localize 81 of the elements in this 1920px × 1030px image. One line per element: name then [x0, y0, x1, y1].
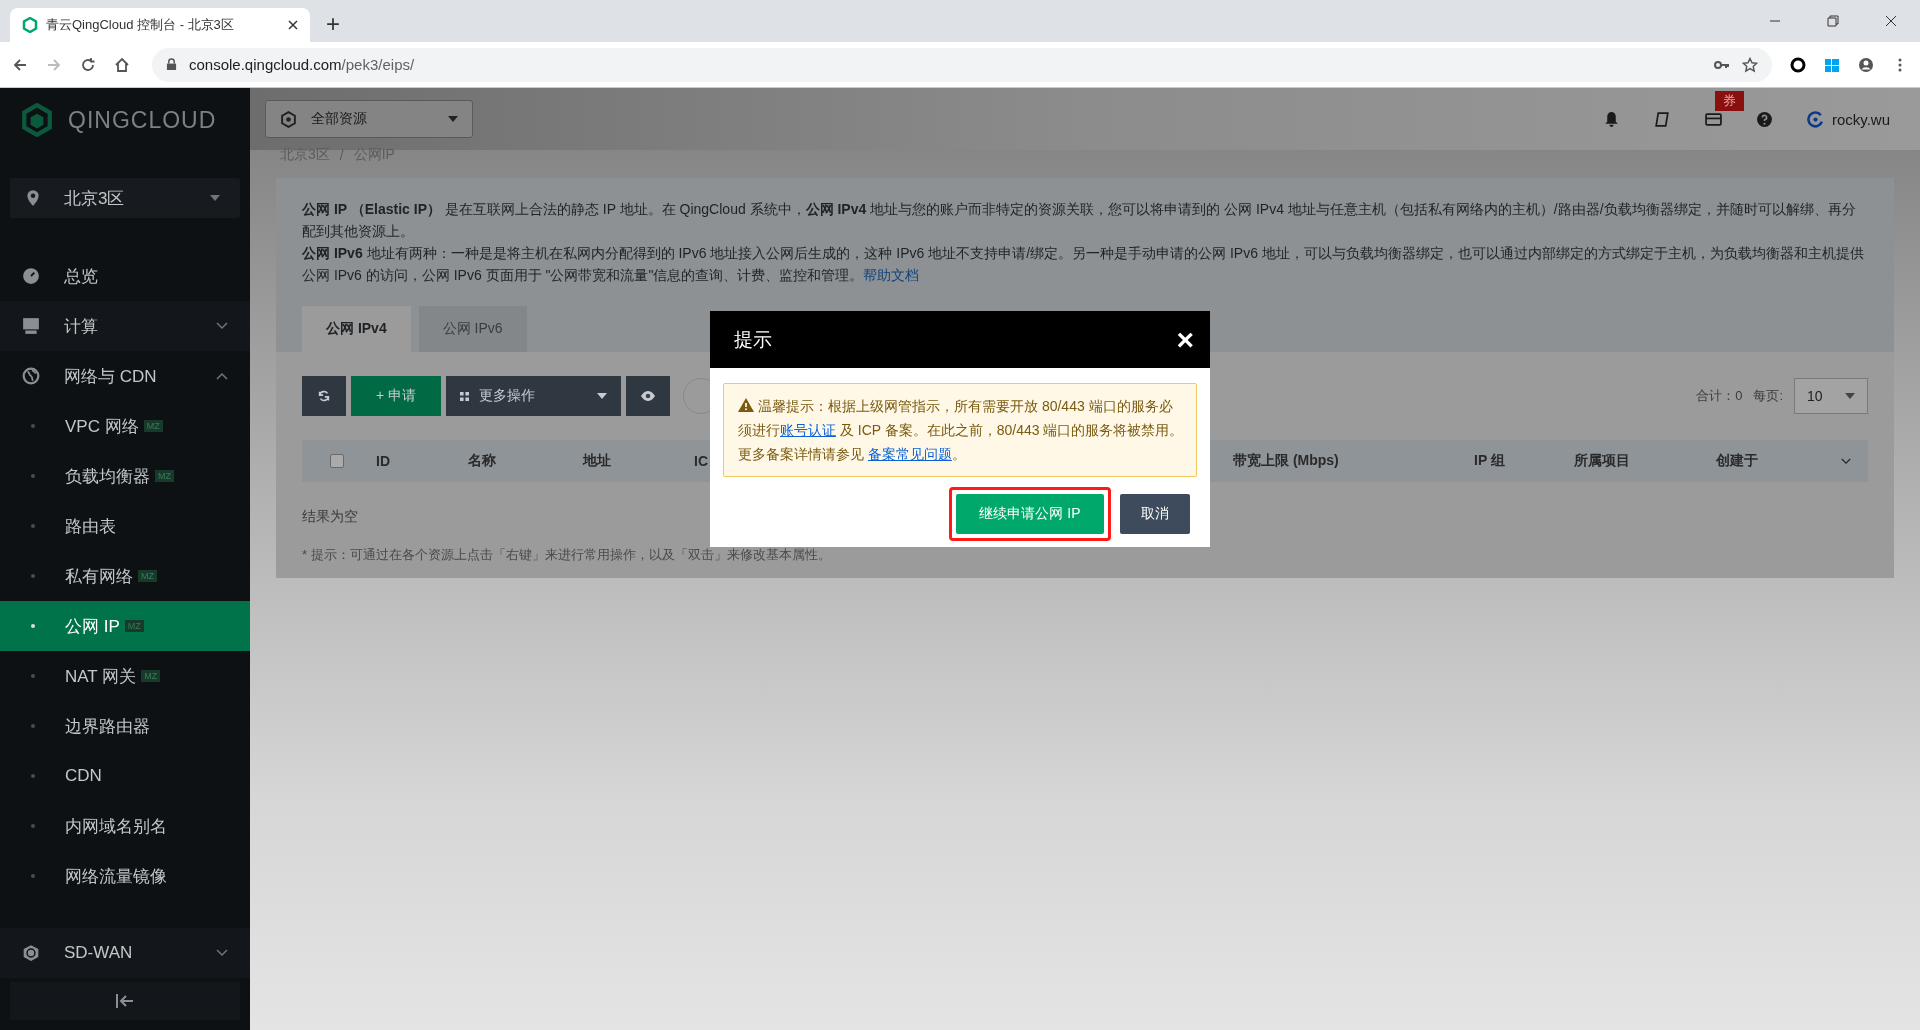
sidebar-subitem[interactable]: VPC 网络 MZ [0, 401, 250, 451]
new-tab-button[interactable]: + [326, 10, 340, 38]
scroll-icon[interactable] [1653, 110, 1671, 128]
per-page-label: 每页: [1753, 387, 1783, 405]
sidebar-item[interactable]: 网络与 CDN [0, 351, 250, 401]
cancel-button[interactable]: 取消 [1120, 494, 1190, 534]
description-text: 公网 IPv6 地址有两种：一种是是将主机在私网内分配得到的 IPv6 地址接入公网后生成的，这种 IPv6 地址不支持申请/绑定。另一种是手动申请的公网 IPv6 地址，可以与负载均衡器绑定，也可以通过内部绑定的方式绑定于主机，为负载均衡器和主机提供公网 IPv6 的访问，公网 IPv6 页面用于 "公网带宽和流量"信息的查询、计费、监控和管理。帮助文档 [302, 244, 1865, 285]
sidebar-subitem[interactable]: 公网 IP MZ [0, 601, 250, 651]
hexagon-icon [22, 17, 38, 33]
view-button[interactable] [626, 376, 670, 416]
apply-button[interactable]: + 申请 [351, 376, 441, 416]
region-select[interactable]: 北京3区 [10, 178, 240, 218]
ring-icon[interactable] [1790, 56, 1806, 73]
caret-icon [210, 195, 220, 201]
globe-icon [22, 367, 40, 385]
sidebar-subitem[interactable]: NAT 网关 MZ [0, 651, 250, 701]
sidebar-subitem[interactable]: 路由表 [0, 501, 250, 551]
grid-icon [460, 391, 469, 401]
caret-icon [448, 116, 458, 122]
browser-tab[interactable]: 青云QingCloud 控制台 - 北京3区 [10, 8, 310, 42]
message-link[interactable]: 备案常见问题 [867, 446, 952, 462]
network-icon [22, 944, 40, 962]
logo-icon [20, 103, 54, 137]
caret-icon [1845, 393, 1855, 399]
chevron-down-icon[interactable] [1841, 457, 1851, 465]
reload-icon[interactable] [80, 56, 96, 73]
collapse-icon [116, 994, 134, 1008]
column-header[interactable]: 带宽上限 (Mbps) [1233, 452, 1474, 470]
close-icon[interactable] [288, 20, 298, 30]
description-text: 公网 IP （Elastic IP） 是在互联网上合法的静态 IP 地址。在 QingCloud 系统中，公网 IPv4 地址与您的账户而非特定的资源关联，您可以将申请到的 公网 IPv4 地址与任意主机（包括私有网络内的主机）/路由器/负载均衡器绑定，并随时可以解绑、再分配到其他资源上。 [302, 200, 1857, 241]
sidebar-subitem[interactable]: 网络流量镜像 [0, 851, 250, 901]
warning-icon [738, 398, 754, 412]
message-link[interactable]: 账号认证 [780, 422, 836, 438]
star-icon[interactable] [1742, 56, 1758, 73]
sidebar-item[interactable]: SD-WAN [0, 928, 250, 978]
column-header[interactable]: 地址 [583, 452, 694, 470]
warning-message: 温馨提示：根据上级网管指示，所有需要开放 80/443 端口的服务必须进行账号认证 及 ICP 备案。在此之前，80/443 端口的服务将被禁用。更多备案详情请参见 备案常见问题。 [723, 383, 1197, 477]
sidebar-item[interactable]: 总览 [0, 251, 250, 301]
sidebar-subitem[interactable]: 内网域名别名 [0, 801, 250, 851]
bell-icon[interactable] [1602, 110, 1620, 128]
column-header[interactable]: 所属项目 [1574, 452, 1716, 470]
help-icon[interactable] [1755, 110, 1773, 128]
sidebar-subitem[interactable]: 负载均衡器 MZ [0, 451, 250, 501]
per-page-select[interactable]: 10 [1794, 378, 1868, 414]
more-actions-button[interactable]: 更多操作 [446, 376, 621, 416]
address-bar[interactable]: console.qingcloud.com/pek3/eips/ [152, 47, 1772, 82]
monitor-icon [22, 317, 40, 335]
location-pin-icon [24, 189, 42, 207]
user-name[interactable]: rocky.wu [1831, 110, 1890, 128]
logo-text: QINGCLOUD [68, 106, 217, 134]
eye-icon [640, 389, 656, 403]
lock-icon [166, 58, 177, 71]
total-count: 合计：0 [1696, 387, 1743, 405]
tab[interactable]: 公网 IPv4 [302, 306, 411, 352]
coupon-badge: 券 [1714, 90, 1744, 111]
refresh-icon [316, 389, 332, 403]
sidebar-subitem[interactable]: 边界路由器 [0, 701, 250, 751]
sidebar-subitem[interactable]: CDN [0, 751, 250, 801]
gauge-icon [22, 267, 40, 285]
empty-result-text: 结果为空 [302, 508, 358, 524]
column-header[interactable]: IP 组 [1474, 452, 1574, 470]
hint-text: * 提示：可通过在各个资源上点击「右键」来进行常用操作，以及「双击」来修改基本属性。 [302, 547, 831, 562]
column-header[interactable]: 名称 [468, 452, 583, 470]
caret-icon [597, 393, 607, 399]
refresh-button[interactable] [302, 376, 346, 416]
select-all-checkbox[interactable] [330, 454, 344, 468]
dialog-title: 提示 [734, 327, 772, 352]
back-icon[interactable] [12, 56, 28, 73]
gear-icon [280, 110, 297, 128]
sidebar-item[interactable]: 计算 [0, 301, 250, 351]
home-icon[interactable] [114, 56, 130, 73]
close-button[interactable]: × [1170, 324, 1200, 355]
windows-icon[interactable] [1824, 56, 1840, 73]
column-header[interactable]: 创建于 [1716, 452, 1831, 470]
column-header[interactable]: ID [376, 453, 468, 469]
sidebar-subitem[interactable]: 私有网络 MZ [0, 551, 250, 601]
card-icon[interactable] [1704, 110, 1722, 128]
resource-select[interactable]: 全部资源 [265, 100, 473, 138]
breadcrumb-separator: / [339, 147, 344, 163]
user-logo-icon [1806, 110, 1824, 128]
account-icon[interactable] [1858, 56, 1874, 73]
